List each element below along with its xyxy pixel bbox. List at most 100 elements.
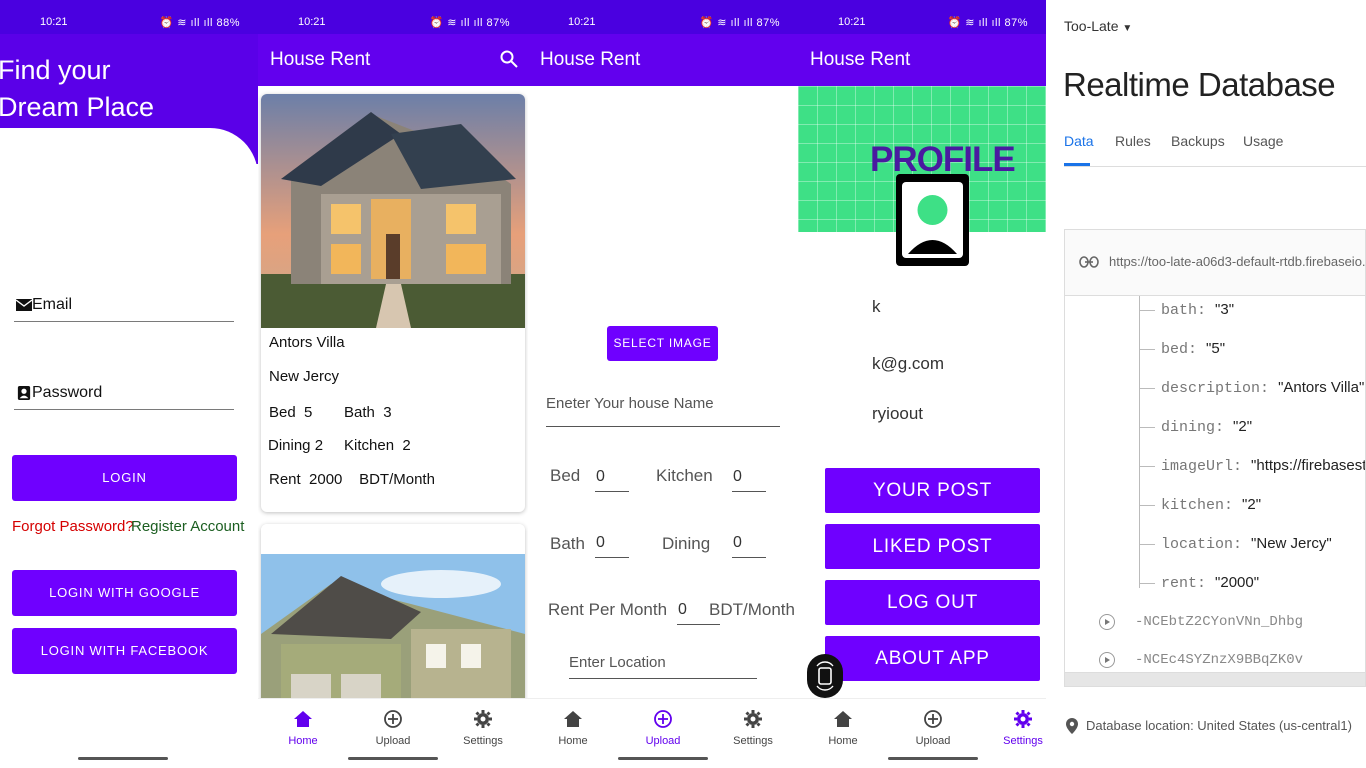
field-value: "2000" [1215, 574, 1260, 591]
field-imageurl[interactable]: imageUrl: "https://firebasestorage.g [1161, 457, 1365, 475]
email-field[interactable]: Email [14, 292, 234, 322]
profile-email: k@g.com [872, 354, 945, 373]
nav-upload-label: Upload [645, 735, 681, 747]
dining-value: 2 [314, 437, 324, 454]
horizontal-scrollbar[interactable] [1065, 672, 1365, 686]
forgot-password-link[interactable]: Forgot Password? [12, 518, 134, 535]
status-time: 10:21 [838, 16, 866, 28]
tab-backups[interactable]: Backups [1171, 133, 1225, 149]
home-indicator[interactable] [78, 757, 168, 760]
data-viewer: https://too-late-a06d3-default-rtdb.fire… [1064, 229, 1366, 687]
rent-unit-label: BDT/Month [709, 600, 795, 619]
log-out-button[interactable]: LOG OUT [825, 580, 1040, 625]
nav-settings[interactable]: Settings [443, 709, 523, 747]
location-input[interactable]: Enter Location [569, 654, 757, 679]
nav-home[interactable]: Home [533, 709, 613, 747]
listing-card[interactable]: Antors Villa New Jercy Bed 5 Bath 3 Dini… [261, 94, 525, 512]
account-box-icon [17, 386, 31, 400]
field-value: "Antors Villa" [1278, 379, 1365, 396]
login-with-google-button[interactable]: LOGIN WITH GOOGLE [12, 570, 237, 616]
nav-settings[interactable]: Settings [713, 709, 793, 747]
expand-icon[interactable] [1099, 614, 1115, 630]
password-label: Password [32, 384, 103, 401]
tree-connector [1139, 505, 1155, 506]
battery-text: 87% [486, 17, 510, 29]
field-description[interactable]: description: "Antors Villa" [1161, 379, 1364, 397]
listing-card[interactable] [261, 524, 525, 724]
search-icon[interactable] [500, 50, 518, 68]
kitchen-input[interactable]: 0 [732, 468, 766, 492]
nav-home[interactable]: Home [803, 709, 883, 747]
expand-icon[interactable] [1099, 652, 1115, 668]
login-button[interactable]: LOGIN [12, 455, 237, 501]
field-key: rent [1161, 575, 1198, 592]
nav-upload[interactable]: Upload [893, 709, 973, 747]
house-photo [261, 524, 525, 724]
bath-label: Bath [344, 404, 375, 421]
field-value: "5" [1206, 340, 1226, 357]
project-name: Too-Late [1064, 18, 1119, 34]
tabs-divider [1064, 166, 1366, 167]
register-account-link[interactable]: Register Account [131, 518, 244, 535]
status-icons: ⏰ ≋ ıll ıll 87% [429, 17, 510, 29]
house-name-input[interactable]: Eneter Your house Name [546, 395, 780, 427]
field-key: imageUrl [1161, 458, 1234, 475]
login-with-facebook-button[interactable]: LOGIN WITH FACEBOOK [12, 628, 237, 674]
nav-settings[interactable]: Settings [983, 709, 1046, 747]
link-icon [1079, 256, 1099, 268]
nav-upload-label: Upload [915, 735, 951, 747]
your-post-button[interactable]: YOUR POST [825, 468, 1040, 513]
about-app-button[interactable]: ABOUT APP [825, 636, 1040, 681]
home-indicator[interactable] [618, 757, 708, 760]
child-key[interactable]: -NCEbtZ2CYonVNn_Dhbg [1135, 614, 1303, 630]
bath-input[interactable]: 0 [595, 534, 629, 558]
email-label: Email [32, 296, 73, 313]
tree-connector [1139, 583, 1155, 584]
battery-text: 87% [756, 17, 780, 29]
field-dining[interactable]: dining: "2" [1161, 418, 1252, 436]
field-bed[interactable]: bed: "5" [1161, 340, 1225, 358]
select-image-button[interactable]: SELECT IMAGE [607, 326, 718, 361]
dining-label: Dining [268, 437, 311, 454]
field-value: "3" [1215, 301, 1235, 318]
avatar[interactable] [896, 174, 969, 266]
field-value: "New Jercy" [1251, 535, 1332, 552]
field-kitchen[interactable]: kitchen: "2" [1161, 496, 1261, 514]
battery-text: 88% [216, 17, 240, 29]
field-rent[interactable]: rent: "2000" [1161, 574, 1259, 592]
field-key: kitchen [1161, 497, 1225, 514]
bed-info: Bed 5 [269, 404, 312, 421]
bed-input[interactable]: 0 [595, 468, 629, 492]
field-bath[interactable]: bath: "3" [1161, 301, 1234, 319]
dining-input[interactable]: 0 [732, 534, 766, 558]
password-field[interactable]: Password [14, 380, 234, 410]
rotate-screen-button[interactable] [807, 654, 843, 698]
bath-info: Bath 3 [344, 404, 392, 421]
field-location[interactable]: location: "New Jercy" [1161, 535, 1332, 553]
gear-icon [744, 710, 762, 728]
nav-upload[interactable]: Upload [353, 709, 433, 747]
liked-post-button[interactable]: LIKED POST [825, 524, 1040, 569]
dining-info: Dining 2 [268, 437, 323, 454]
child-key[interactable]: -NCEc4SYZnzX9BBqZK0v [1135, 652, 1303, 668]
rent-unit: BDT/Month [359, 471, 435, 488]
bath-value: 3 [383, 404, 392, 421]
bed-label: Bed [269, 404, 296, 421]
home-indicator[interactable] [348, 757, 438, 760]
tab-usage[interactable]: Usage [1243, 133, 1283, 149]
headline-line-1: Find your [0, 55, 111, 85]
app-bar: House Rent [798, 34, 1046, 86]
home-indicator[interactable] [888, 757, 978, 760]
tab-rules[interactable]: Rules [1115, 133, 1151, 149]
status-bar: 10:21 ⏰ ≋ ıll ıll 87% [258, 0, 528, 34]
db-url[interactable]: https://too-late-a06d3-default-rtdb.fire… [1109, 254, 1365, 269]
status-icons: ⏰ ≋ ıll ıll 87% [699, 17, 780, 29]
add-circle-icon [654, 710, 672, 728]
caret-down-icon: ▼ [1122, 23, 1133, 34]
tree-connector [1139, 544, 1155, 545]
nav-home[interactable]: Home [263, 709, 343, 747]
tab-data[interactable]: Data [1064, 133, 1094, 149]
project-selector[interactable]: Too-Late ▼ [1064, 18, 1132, 34]
nav-upload[interactable]: Upload [623, 709, 703, 747]
bed-value: 5 [304, 404, 313, 421]
